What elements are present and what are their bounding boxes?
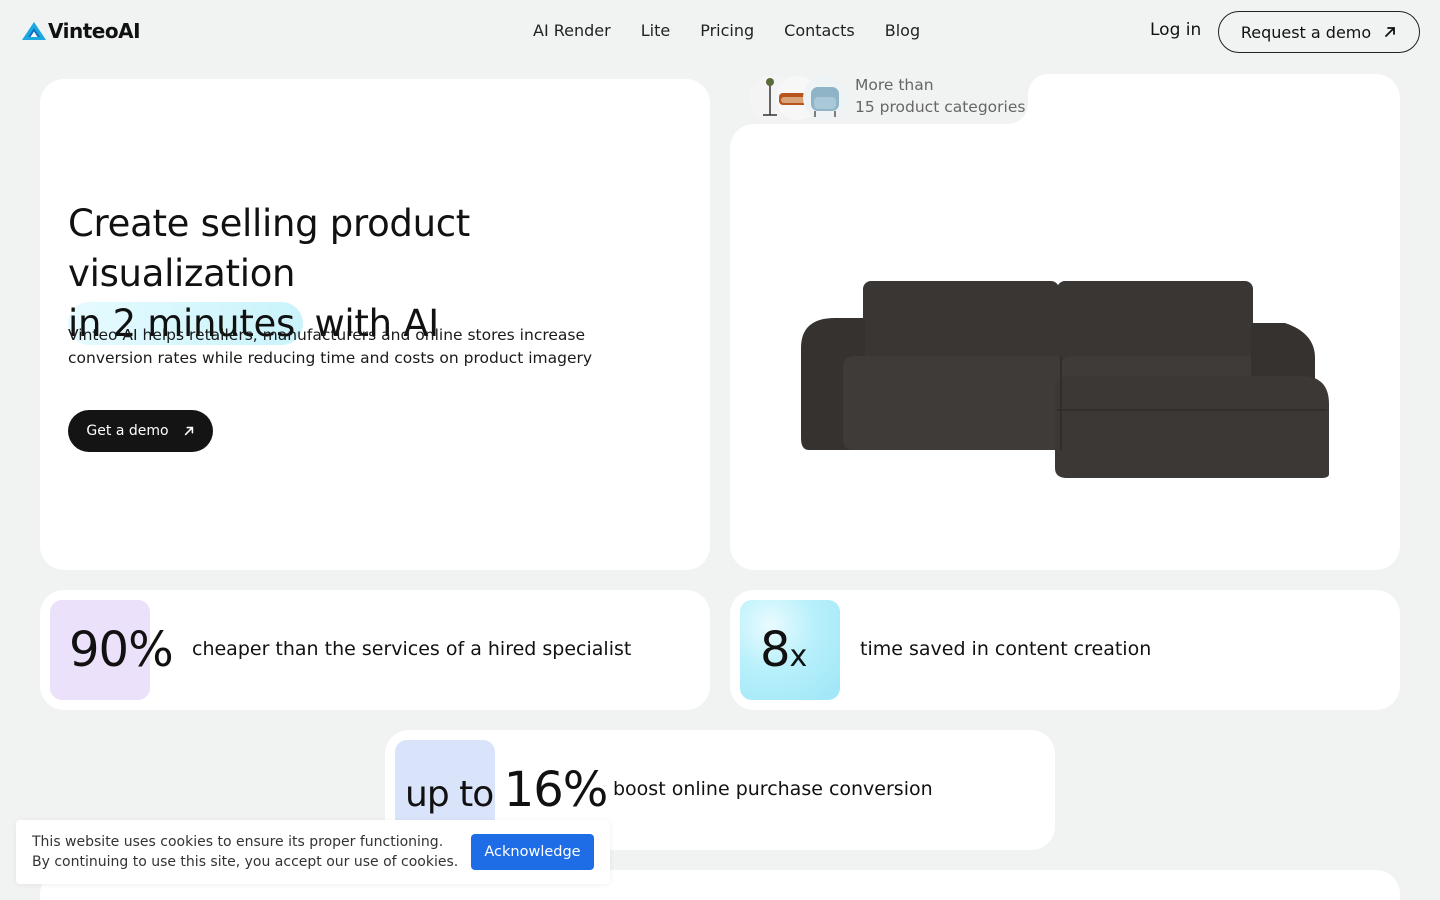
arrow-up-right-icon xyxy=(184,426,193,436)
stat-card-cost: 90% cheaper than the services of a hired… xyxy=(40,590,710,710)
hero-card: Create selling product visualization in … xyxy=(40,79,710,570)
nav-item-ai-render[interactable]: AI Render xyxy=(533,21,611,40)
stat-card-time: 8x time saved in content creation xyxy=(730,590,1400,710)
categories-chip-text: More than 15 product categories xyxy=(855,74,1025,118)
stat-label: boost online purchase conversion xyxy=(613,778,933,800)
cookie-text-line1: This website uses cookies to ensure its … xyxy=(32,834,444,850)
nav-item-contacts[interactable]: Contacts xyxy=(784,21,855,40)
login-link[interactable]: Log in xyxy=(1150,20,1201,40)
product-thumbnails xyxy=(749,76,847,120)
logo[interactable]: VinteoAI xyxy=(22,19,141,43)
categories-chip-line2: 15 product categories xyxy=(855,98,1026,116)
stat-value: 90% xyxy=(69,622,174,678)
stat-value-number: 8 xyxy=(760,622,791,678)
categories-chip: More than 15 product categories xyxy=(740,73,1027,124)
hero-title-line1: Create selling product visualization xyxy=(68,202,470,295)
stat-value-prefix: up to xyxy=(405,774,504,815)
stat-label: time saved in content creation xyxy=(860,638,1152,660)
sofa-image xyxy=(801,281,1329,478)
nav-item-lite[interactable]: Lite xyxy=(641,21,670,40)
stat-value-suffix: x xyxy=(789,639,808,674)
cookie-text-line2: By continuing to use this site, you acce… xyxy=(32,854,459,870)
get-demo-label: Get a demo xyxy=(86,423,169,439)
stat-value: 8x xyxy=(760,618,808,689)
get-demo-button[interactable]: Get a demo xyxy=(68,410,213,452)
nav-item-blog[interactable]: Blog xyxy=(885,21,920,40)
stat-value-number: 16% xyxy=(503,762,609,818)
request-demo-label: Request a demo xyxy=(1240,22,1372,42)
cookie-banner: This website uses cookies to ensure its … xyxy=(16,820,610,884)
request-demo-button[interactable]: Request a demo xyxy=(1218,11,1420,53)
stat-label: cheaper than the services of a hired spe… xyxy=(192,638,632,660)
categories-chip-line1: More than xyxy=(855,76,934,94)
logo-icon xyxy=(22,22,46,40)
arrow-up-right-icon xyxy=(1385,27,1396,37)
nav-item-pricing[interactable]: Pricing xyxy=(700,21,754,40)
logo-text: VinteoAI xyxy=(48,19,141,43)
hero-description: Vinteo AI helps retailers, manufacturers… xyxy=(68,326,593,367)
stat-value: up to 16% xyxy=(405,758,609,827)
main-nav: AI Render Lite Pricing Contacts Blog xyxy=(533,21,950,40)
site-header: VinteoAI AI Render Lite Pricing Contacts… xyxy=(0,0,1440,64)
acknowledge-button[interactable]: Acknowledge xyxy=(471,834,594,870)
cookie-text: This website uses cookies to ensure its … xyxy=(32,832,458,872)
